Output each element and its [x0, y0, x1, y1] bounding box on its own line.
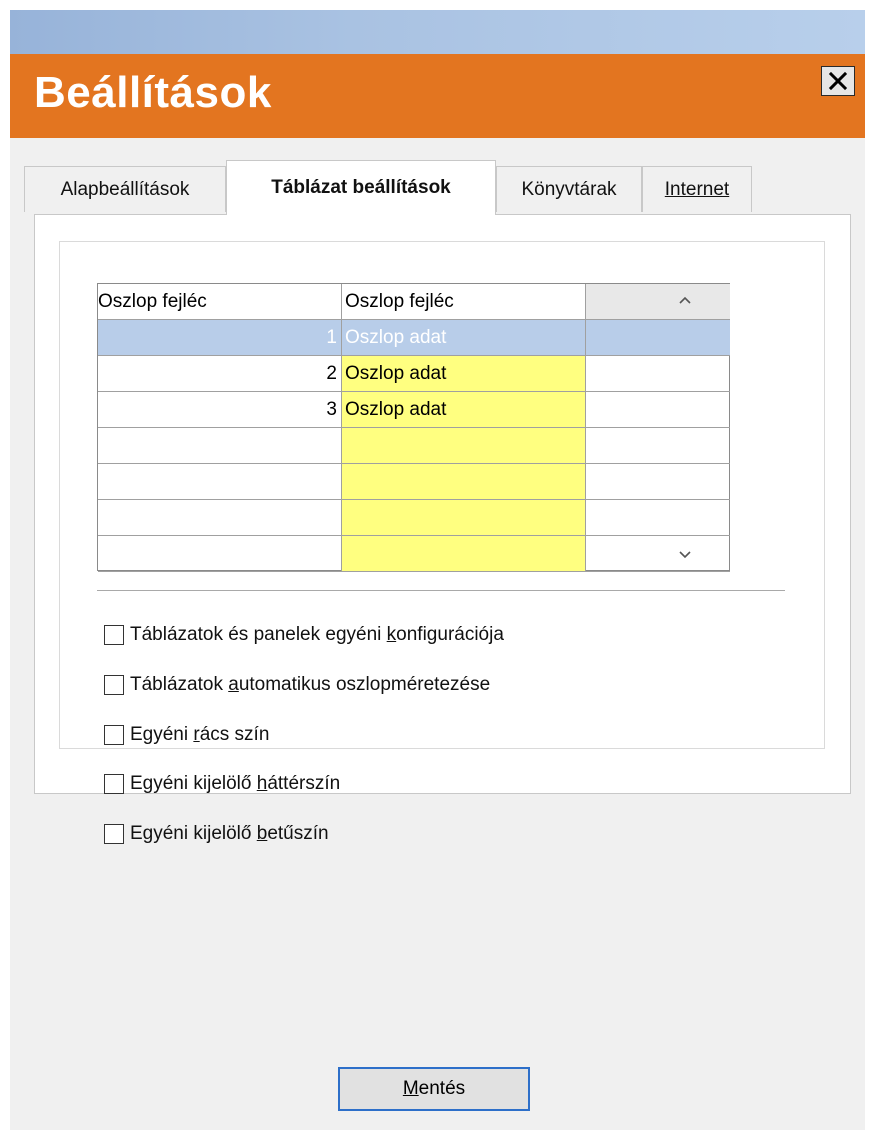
row-number	[98, 536, 342, 572]
tab-label: Internet	[664, 178, 730, 200]
row-filler	[586, 464, 730, 500]
checkbox-box[interactable]	[104, 774, 124, 794]
tab-alapbeallitasok[interactable]: Alapbeállítások	[24, 166, 226, 212]
row-cell[interactable]	[342, 464, 586, 500]
row-number	[98, 464, 342, 500]
row-cell[interactable]	[342, 536, 586, 572]
tab-label: Alapbeállítások	[60, 178, 190, 200]
checkbox-kijelolo-betuszin[interactable]: Egyéni kijelölő betűszín	[104, 819, 329, 849]
row-filler	[586, 428, 730, 464]
grid-header-row: Oszlop fejléc Oszlop fejléc	[98, 284, 730, 320]
close-button[interactable]	[821, 66, 855, 96]
row-number	[98, 428, 342, 464]
checkbox-box[interactable]	[104, 625, 124, 645]
save-button-label: Mentés	[402, 1078, 466, 1099]
checkbox-egyeni-racs-szin[interactable]: Egyéni rács szín	[104, 720, 269, 750]
column-header[interactable]: Oszlop fejléc	[342, 284, 586, 320]
table-row[interactable]: 3 Oszlop adat	[98, 392, 730, 428]
close-icon	[828, 71, 848, 91]
top-strip	[10, 10, 865, 54]
checkbox-box[interactable]	[104, 725, 124, 745]
checkbox-label: Egyéni kijelölő betűszín	[130, 823, 329, 844]
row-cell[interactable]	[342, 500, 586, 536]
divider	[97, 590, 785, 594]
row-number: 3	[98, 392, 342, 428]
column-header-filler	[586, 284, 730, 320]
window-title: Beállítások	[34, 68, 272, 117]
row-cell[interactable]: Oszlop adat	[342, 392, 586, 428]
chevron-down-icon[interactable]	[679, 551, 691, 559]
row-filler	[586, 392, 730, 428]
column-header[interactable]: Oszlop fejléc	[98, 284, 342, 320]
row-number: 1	[98, 320, 342, 356]
checkbox-label: Egyéni rács szín	[130, 724, 270, 745]
row-number: 2	[98, 356, 342, 392]
settings-window: Beállítások Alapbeállítások Táblázat beá…	[10, 10, 865, 1130]
save-button[interactable]: Mentés	[338, 1067, 530, 1111]
row-number	[98, 500, 342, 536]
tab-internet[interactable]: Internet	[642, 166, 752, 212]
group-box: Oszlop fejléc Oszlop fejléc 1 Oszlop ada…	[59, 241, 825, 844]
table-row[interactable]	[98, 536, 730, 572]
tab-label: Könyvtárak	[521, 178, 617, 200]
table-row[interactable]: 1 Oszlop adat	[98, 320, 730, 356]
tab-label: Táblázat beállítások	[271, 177, 451, 198]
checkbox-kijelolo-hatterszin[interactable]: Egyéni kijelölő háttérszín	[104, 769, 340, 799]
table-row[interactable]	[98, 500, 730, 536]
checkbox-automatikus-oszlopmeretezes[interactable]: Táblázatok automatikus oszlopméretezése	[104, 670, 490, 700]
row-filler	[586, 356, 730, 392]
checkbox-egyeni-konfiguracio[interactable]: Táblázatok és panelek egyéni konfiguráci…	[104, 620, 504, 650]
tab-konyvtarak[interactable]: Könyvtárak	[496, 166, 642, 212]
row-cell[interactable]: Oszlop adat	[342, 356, 586, 392]
table-row[interactable]	[98, 428, 730, 464]
checkbox-label: Egyéni kijelölő háttérszín	[130, 773, 341, 794]
tab-tablazat-beallitasok[interactable]: Táblázat beállítások	[226, 160, 496, 215]
checkbox-label: Táblázatok és panelek egyéni konfiguráci…	[130, 624, 504, 645]
chevron-up-icon[interactable]	[679, 296, 691, 304]
checkbox-box[interactable]	[104, 824, 124, 844]
row-cell[interactable]: Oszlop adat	[342, 320, 586, 356]
row-cell[interactable]	[342, 428, 586, 464]
row-filler	[586, 536, 730, 572]
table-row[interactable]	[98, 464, 730, 500]
row-filler	[586, 320, 730, 356]
row-filler	[586, 500, 730, 536]
tab-panel: Oszlop fejléc Oszlop fejléc 1 Oszlop ada…	[34, 214, 851, 844]
table-row[interactable]: 2 Oszlop adat	[98, 356, 730, 392]
checkbox-label: Táblázatok automatikus oszlopméretezése	[130, 674, 491, 695]
checkbox-box[interactable]	[104, 675, 124, 695]
title-bar: Beállítások	[10, 54, 865, 138]
column-grid[interactable]: Oszlop fejléc Oszlop fejléc 1 Oszlop ada…	[97, 283, 730, 572]
